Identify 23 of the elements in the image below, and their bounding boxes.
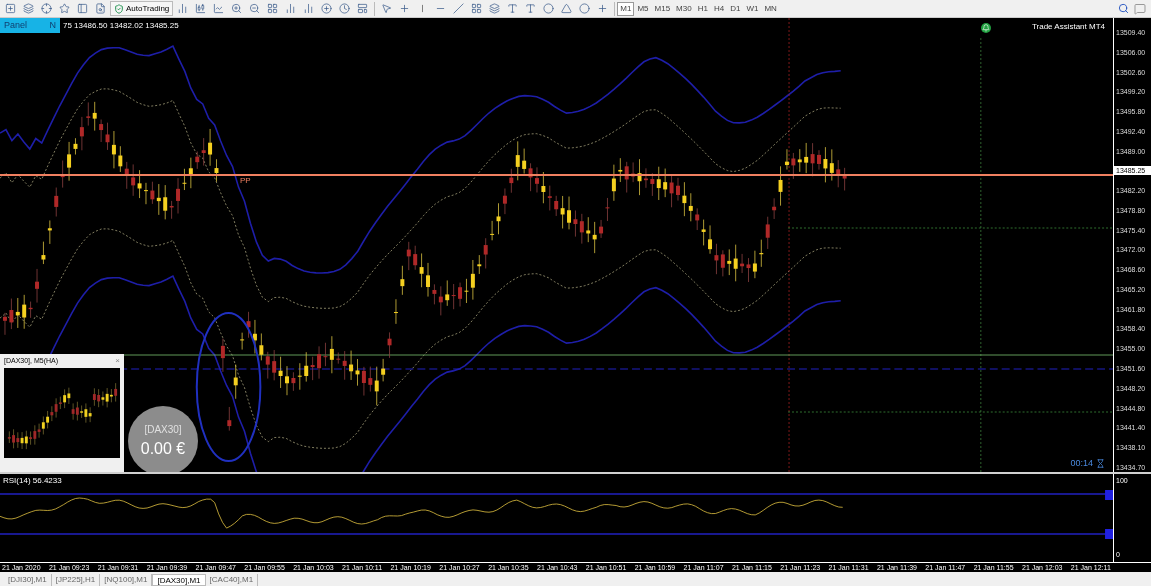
- pivot-label: PP: [240, 175, 251, 187]
- timeframe-button[interactable]: D1: [727, 1, 744, 16]
- timeframe-button[interactable]: M15: [651, 1, 674, 16]
- expert-name: Trade Assistant MT4: [1031, 21, 1105, 33]
- rsi-label: RSI(14) 56.4233: [3, 475, 62, 487]
- chart-tab[interactable]: [CAC40],M1: [205, 574, 259, 586]
- chart-tab[interactable]: [DAX30],M1: [152, 574, 206, 586]
- timeframe-button[interactable]: M1: [617, 1, 635, 16]
- timeframe-button[interactable]: M30: [673, 1, 695, 16]
- account-profit: 0.00 €: [140, 438, 186, 459]
- panel-button[interactable]: Panel N: [0, 18, 60, 33]
- panel-n-label: N: [49, 18, 56, 32]
- autotrading-button[interactable]: AutoTrading: [110, 1, 174, 16]
- countdown-timer: 00:14: [1070, 456, 1093, 470]
- timeframe-button[interactable]: W1: [743, 1, 762, 16]
- timeframe-button[interactable]: M5: [634, 1, 652, 16]
- timeframe-button[interactable]: MN: [761, 1, 780, 16]
- chart-tab[interactable]: [JP225],H1: [51, 574, 101, 586]
- timeframe-button[interactable]: H4: [710, 1, 728, 16]
- ohlc-info: 75 13486.50 13482.02 13485.25: [63, 19, 179, 32]
- timeframe-button[interactable]: H1: [694, 1, 711, 16]
- chart-tab[interactable]: [DJI30],M1: [4, 574, 52, 586]
- account-symbol: [DAX30]: [144, 422, 182, 437]
